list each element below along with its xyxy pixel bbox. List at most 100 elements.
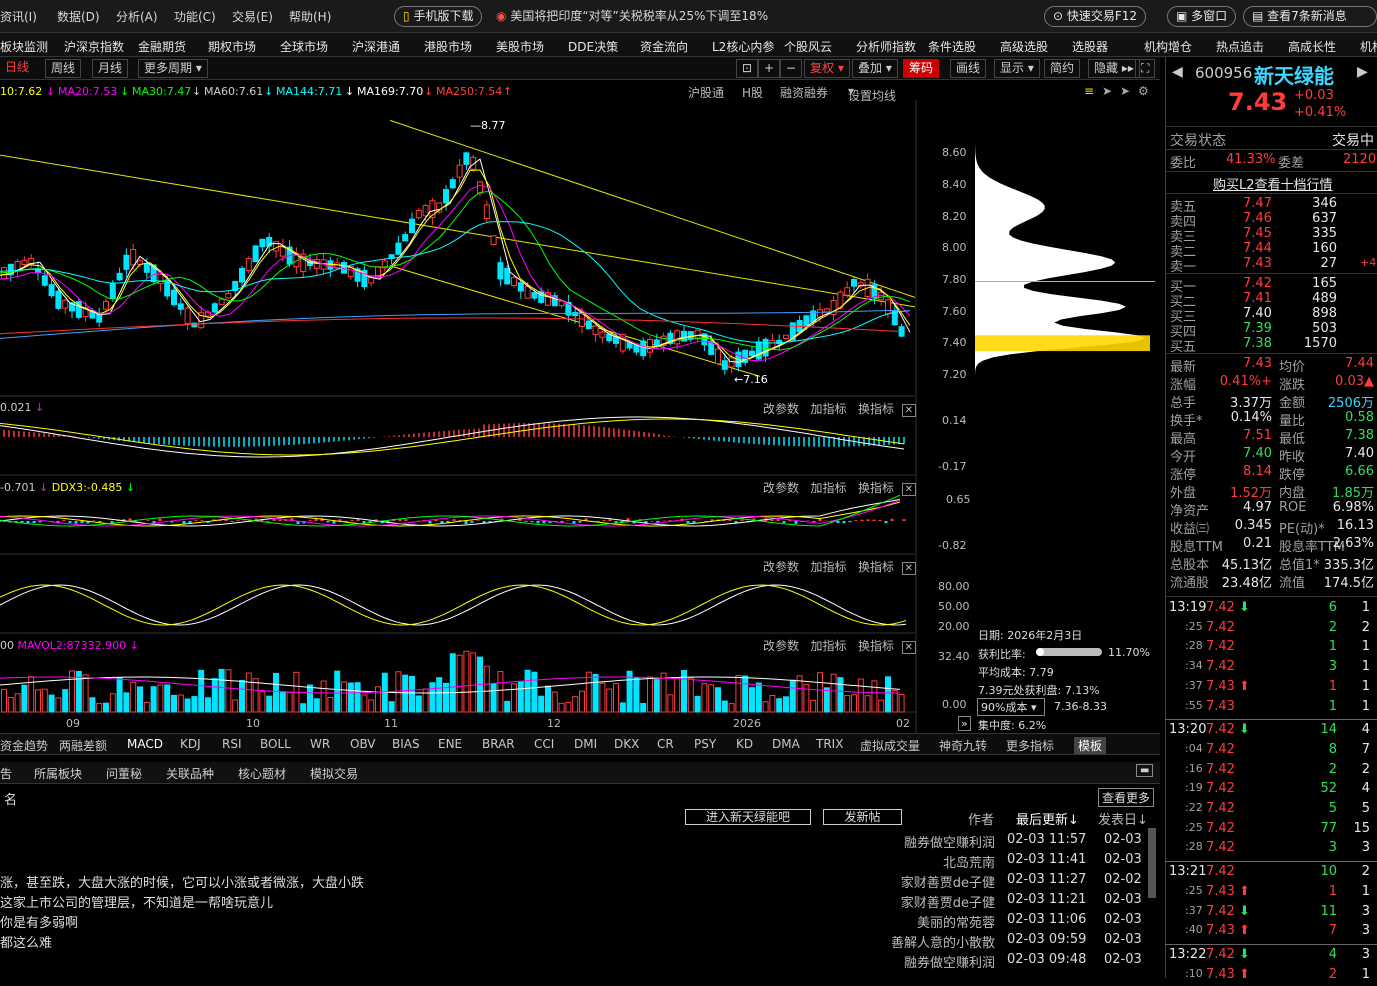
switch-indicator-button[interactable]: 换指标: [858, 560, 894, 574]
nav-item[interactable]: 热点追击: [1216, 38, 1264, 55]
simple-button[interactable]: 简约: [1044, 59, 1081, 78]
post-title[interactable]: 都这么难: [0, 932, 52, 951]
new-post-button[interactable]: 发新帖: [823, 809, 902, 825]
nav-item[interactable]: 美股市场: [496, 38, 544, 55]
nav-item[interactable]: 金融期货: [138, 38, 186, 55]
nav-item[interactable]: 板块监测: [0, 38, 48, 55]
indicator-tab[interactable]: DKX: [614, 737, 639, 751]
indicator-tab[interactable]: OBV: [350, 737, 376, 751]
nav-item[interactable]: 高成长性: [1288, 38, 1336, 55]
display-dropdown[interactable]: 显示 ▾: [994, 59, 1040, 78]
nav-item[interactable]: 全球市场: [280, 38, 328, 55]
info-tab[interactable]: 核心题材: [238, 765, 286, 782]
forum-post-row[interactable]: 你是有多弱啊 美丽的常苑蓉 02-03 11:06 02-03: [0, 912, 1150, 932]
indicator-tab[interactable]: CR: [657, 737, 674, 751]
forum-post-row[interactable]: 融券做空赚利润 02-03 11:57 02-03: [0, 832, 1150, 852]
forum-post-row[interactable]: 融券做空赚利润 02-03 09:48 02-03: [0, 952, 1150, 972]
post-title[interactable]: 这家上市公司的管理层，不知道是一帮啥玩意儿: [0, 892, 273, 911]
collapse-icon[interactable]: ▬: [1136, 764, 1154, 777]
draw-line-button[interactable]: 画线: [950, 59, 987, 78]
info-tab[interactable]: 关联品种: [166, 765, 214, 782]
view-more-button[interactable]: 查看更多: [1098, 788, 1155, 807]
indicator-tab[interactable]: BIAS: [392, 737, 420, 751]
nav-item[interactable]: 期权市场: [208, 38, 256, 55]
edit-params-button[interactable]: 改参数: [763, 560, 799, 574]
post-author[interactable]: 北岛荒南: [943, 852, 995, 871]
info-tab[interactable]: 吿: [0, 765, 12, 782]
post-title[interactable]: 涨，甚至跌，大盘大涨的时候，它可以小涨或者微涨，大盘小跌: [0, 872, 364, 891]
expand-icon[interactable]: »: [958, 716, 971, 731]
info-tab[interactable]: 问董秘: [106, 765, 142, 782]
sort-posted[interactable]: 发表日↓: [1098, 809, 1148, 828]
indicator-tab[interactable]: TRIX: [816, 737, 843, 751]
nav-item[interactable]: 沪深京指数: [64, 38, 124, 55]
indicator-tab[interactable]: 两融差额: [59, 737, 107, 754]
post-author[interactable]: 家财善贾de子健: [901, 892, 995, 911]
add-indicator-button[interactable]: 加指标: [810, 481, 846, 495]
indicator-tab-macd[interactable]: MACD: [127, 737, 163, 751]
indicator-tab[interactable]: CCI: [534, 737, 554, 751]
period-more-dropdown[interactable]: 更多周期 ▾: [138, 59, 208, 78]
edit-params-button[interactable]: 改参数: [763, 639, 799, 653]
zoom-out-icon[interactable]: −: [780, 59, 803, 78]
set-ma-dropdown[interactable]: 设置均线 ▾: [848, 84, 896, 103]
nav-item[interactable]: 沪深港通: [352, 38, 400, 55]
nav-item[interactable]: 机构: [1360, 38, 1377, 55]
indicator-tab[interactable]: 更多指标: [1006, 737, 1054, 754]
menu-data[interactable]: 数据(D): [57, 8, 100, 25]
nav-item[interactable]: DDE决策: [568, 38, 618, 55]
indicator-tab[interactable]: 神奇九转: [939, 737, 987, 754]
multi-window-button[interactable]: ▣ 多窗口: [1167, 6, 1237, 27]
indicator-tab[interactable]: ENE: [438, 737, 462, 751]
cursor-icon[interactable]: ➤: [1102, 84, 1112, 98]
quick-trade-button[interactable]: ⊙ 快速交易F12: [1044, 6, 1147, 27]
switch-indicator-button[interactable]: 换指标: [858, 402, 894, 416]
close-icon[interactable]: ✕: [901, 641, 916, 654]
nav-item[interactable]: 港股市场: [424, 38, 472, 55]
indicator-tab[interactable]: BRAR: [482, 737, 515, 751]
nav-item[interactable]: L2核心内参: [712, 38, 774, 55]
next-stock-icon[interactable]: ▶: [1357, 64, 1368, 80]
close-icon[interactable]: ✕: [901, 404, 916, 417]
prev-stock-icon[interactable]: ◀: [1172, 64, 1183, 80]
cost-dropdown[interactable]: 90%成本 ▾: [977, 698, 1045, 716]
indicator-tab[interactable]: KDJ: [180, 737, 201, 751]
info-tab[interactable]: 所属板块: [34, 765, 82, 782]
hgt-button[interactable]: 沪股通: [688, 84, 724, 101]
menu-info[interactable]: 资讯(I): [0, 8, 37, 25]
news-messages-button[interactable]: ▤ 查看7条新消息: [1243, 6, 1377, 27]
edit-params-button[interactable]: 改参数: [763, 481, 799, 495]
add-indicator-button[interactable]: 加指标: [810, 560, 846, 574]
chip-button[interactable]: 筹码: [903, 59, 940, 78]
menu-trade[interactable]: 交易(E): [232, 8, 273, 25]
post-author[interactable]: 善解人意的小散散: [891, 932, 995, 951]
post-author[interactable]: 融券做空赚利润: [904, 952, 995, 971]
add-indicator-button[interactable]: 加指标: [810, 402, 846, 416]
adjust-dropdown[interactable]: 复权 ▾: [804, 59, 850, 78]
buy-l2-link[interactable]: 购买L2查看十档行情: [1213, 174, 1333, 193]
indicator-tab[interactable]: PSY: [694, 737, 716, 751]
fullscreen-icon[interactable]: ⛶: [1135, 59, 1156, 78]
nav-item[interactable]: 个股风云: [784, 38, 832, 55]
period-month-tab[interactable]: 月线: [92, 59, 129, 78]
switch-indicator-button[interactable]: 换指标: [858, 481, 894, 495]
post-author[interactable]: 家财善贾de子健: [901, 872, 995, 891]
pointer-icon[interactable]: ➤: [1120, 84, 1130, 98]
forum-post-row[interactable]: 都这么难 善解人意的小散散 02-03 09:59 02-03: [0, 932, 1150, 952]
template-tab[interactable]: 模板: [1074, 737, 1107, 754]
mobile-download-button[interactable]: ▯ 手机版下载: [394, 6, 483, 27]
hshare-button[interactable]: H股: [742, 84, 763, 101]
forum-post-row[interactable]: 北岛荒南 02-03 11:41 02-03: [0, 852, 1150, 872]
post-title[interactable]: 你是有多弱啊: [0, 912, 78, 931]
info-tab[interactable]: 模拟交易: [310, 765, 358, 782]
indicator-tab[interactable]: WR: [310, 737, 330, 751]
close-icon[interactable]: ✕: [901, 483, 916, 496]
nav-item[interactable]: 资金流向: [640, 38, 688, 55]
period-week-tab[interactable]: 周线: [45, 59, 82, 78]
edit-params-button[interactable]: 改参数: [763, 402, 799, 416]
indicator-tab[interactable]: 资金趋势: [0, 737, 48, 754]
post-author[interactable]: 融券做空赚利润: [904, 832, 995, 851]
forum-post-row[interactable]: 涨，甚至跌，大盘大涨的时候，它可以小涨或者微涨，大盘小跌 家财善贾de子健 02…: [0, 872, 1150, 892]
nav-item[interactable]: 条件选股: [928, 38, 976, 55]
close-icon[interactable]: ✕: [901, 562, 916, 575]
